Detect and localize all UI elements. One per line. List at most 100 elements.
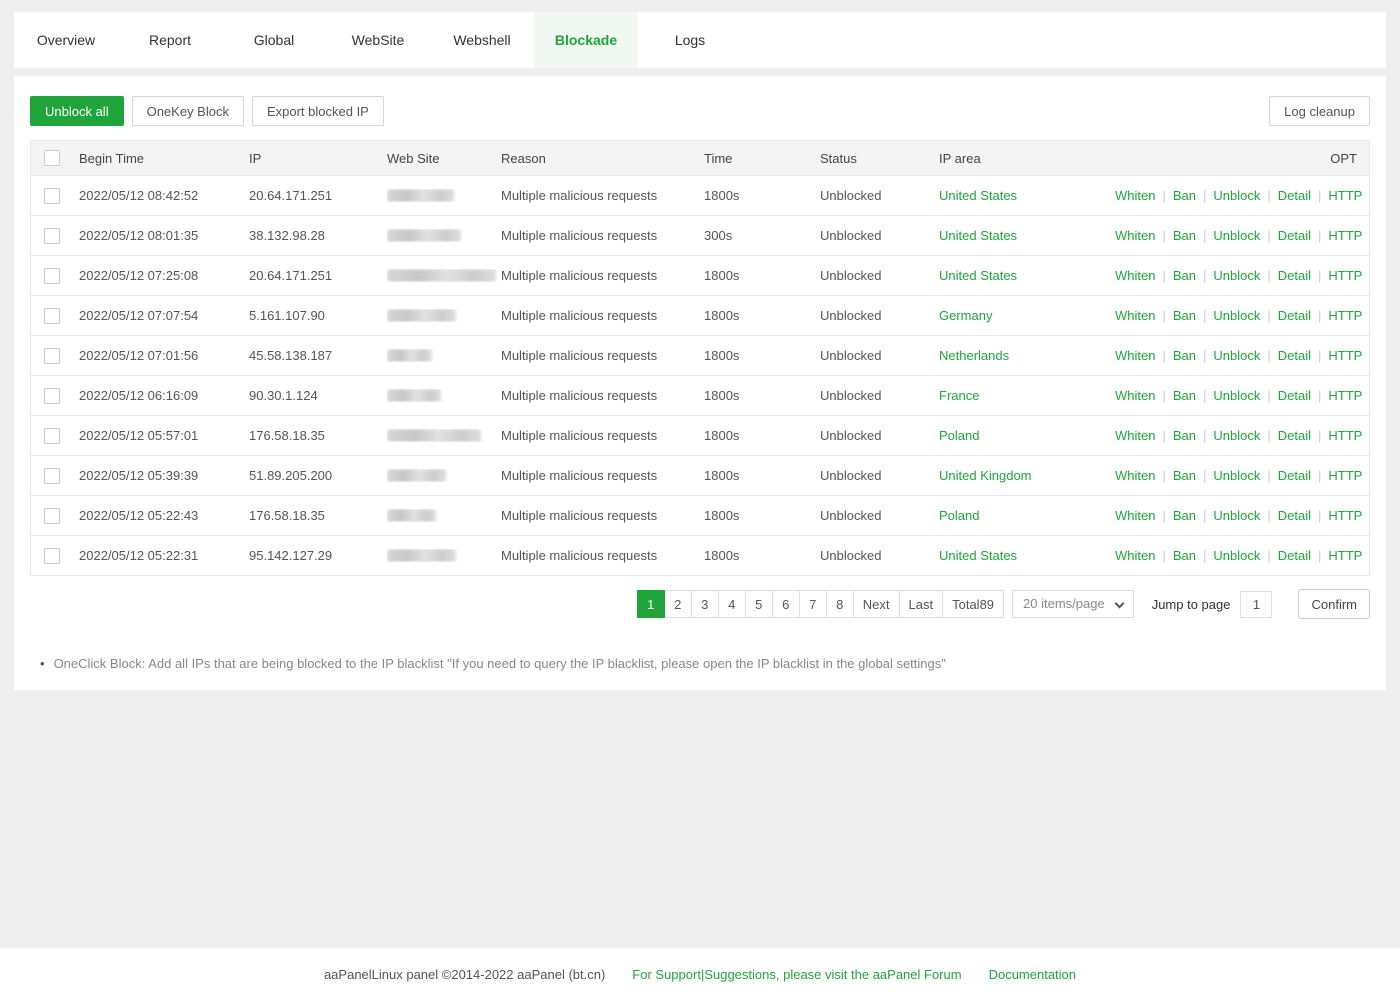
row-checkbox[interactable] [44,468,60,484]
action-unblock-link[interactable]: Unblock [1213,308,1260,323]
page-5-button[interactable]: 5 [745,590,773,618]
action-http-link[interactable]: HTTP [1328,308,1362,323]
action-http-link[interactable]: HTTP [1328,348,1362,363]
row-checkbox[interactable] [44,388,60,404]
row-checkbox-cell [31,308,79,324]
action-whiten-link[interactable]: Whiten [1115,268,1155,283]
tab-overview[interactable]: Overview [14,12,118,68]
action-http-link[interactable]: HTTP [1328,508,1362,523]
header-status: Status [820,151,939,166]
action-detail-link[interactable]: Detail [1278,308,1311,323]
tab-blockade[interactable]: Blockade [534,12,638,68]
tab-logs[interactable]: Logs [638,12,742,68]
action-separator: | [1267,548,1270,563]
action-whiten-link[interactable]: Whiten [1115,428,1155,443]
action-whiten-link[interactable]: Whiten [1115,468,1155,483]
action-ban-link[interactable]: Ban [1173,188,1196,203]
action-detail-link[interactable]: Detail [1278,188,1311,203]
row-checkbox[interactable] [44,188,60,204]
row-checkbox[interactable] [44,548,60,564]
tab-report[interactable]: Report [118,12,222,68]
action-ban-link[interactable]: Ban [1173,308,1196,323]
action-ban-link[interactable]: Ban [1173,268,1196,283]
action-whiten-link[interactable]: Whiten [1115,348,1155,363]
action-separator: | [1318,428,1321,443]
support-forum-link[interactable]: For Support|Suggestions, please visit th… [632,967,961,982]
tab-global[interactable]: Global [222,12,326,68]
unblock-all-button[interactable]: Unblock all [30,96,124,126]
onekey-block-button[interactable]: OneKey Block [132,96,244,126]
ip-cell: 20.64.171.251 [249,268,387,283]
row-checkbox[interactable] [44,348,60,364]
page-7-button[interactable]: 7 [799,590,827,618]
action-http-link[interactable]: HTTP [1328,188,1362,203]
action-ban-link[interactable]: Ban [1173,428,1196,443]
action-unblock-link[interactable]: Unblock [1213,428,1260,443]
page-3-button[interactable]: 3 [691,590,719,618]
page-4-button[interactable]: 4 [718,590,746,618]
action-detail-link[interactable]: Detail [1278,388,1311,403]
action-http-link[interactable]: HTTP [1328,268,1362,283]
ip-area-cell: United States [939,548,1115,563]
row-checkbox[interactable] [44,428,60,444]
action-unblock-link[interactable]: Unblock [1213,228,1260,243]
action-http-link[interactable]: HTTP [1328,468,1362,483]
website-cell [387,469,501,482]
action-ban-link[interactable]: Ban [1173,508,1196,523]
tab-webshell[interactable]: Webshell [430,12,534,68]
row-checkbox[interactable] [44,308,60,324]
action-whiten-link[interactable]: Whiten [1115,388,1155,403]
website-redacted-blur [387,309,456,322]
header-web-site: Web Site [387,151,501,166]
action-unblock-link[interactable]: Unblock [1213,508,1260,523]
action-unblock-link[interactable]: Unblock [1213,348,1260,363]
row-checkbox[interactable] [44,508,60,524]
action-http-link[interactable]: HTTP [1328,388,1362,403]
row-checkbox[interactable] [44,268,60,284]
action-detail-link[interactable]: Detail [1278,348,1311,363]
action-whiten-link[interactable]: Whiten [1115,508,1155,523]
action-detail-link[interactable]: Detail [1278,228,1311,243]
action-whiten-link[interactable]: Whiten [1115,228,1155,243]
status-cell: Unblocked [820,228,939,243]
jump-to-page-input[interactable] [1240,591,1272,618]
action-http-link[interactable]: HTTP [1328,428,1362,443]
reason-cell: Multiple malicious requests [501,468,704,483]
confirm-button[interactable]: Confirm [1298,589,1370,619]
action-detail-link[interactable]: Detail [1278,268,1311,283]
row-checkbox[interactable] [44,228,60,244]
tab-website[interactable]: WebSite [326,12,430,68]
documentation-link[interactable]: Documentation [989,967,1076,982]
action-ban-link[interactable]: Ban [1173,548,1196,563]
action-unblock-link[interactable]: Unblock [1213,268,1260,283]
items-per-page-select[interactable]: 20 items/page [1012,590,1134,618]
action-ban-link[interactable]: Ban [1173,348,1196,363]
page-6-button[interactable]: 6 [772,590,800,618]
page-8-button[interactable]: 8 [826,590,854,618]
action-detail-link[interactable]: Detail [1278,468,1311,483]
action-unblock-link[interactable]: Unblock [1213,548,1260,563]
action-detail-link[interactable]: Detail [1278,428,1311,443]
action-unblock-link[interactable]: Unblock [1213,388,1260,403]
action-ban-link[interactable]: Ban [1173,468,1196,483]
page-1-button[interactable]: 1 [637,590,665,618]
log-cleanup-button[interactable]: Log cleanup [1269,96,1370,126]
action-unblock-link[interactable]: Unblock [1213,188,1260,203]
website-cell [387,269,501,282]
action-unblock-link[interactable]: Unblock [1213,468,1260,483]
action-http-link[interactable]: HTTP [1328,228,1362,243]
action-ban-link[interactable]: Ban [1173,388,1196,403]
action-whiten-link[interactable]: Whiten [1115,308,1155,323]
next-page-button[interactable]: Next [853,590,900,618]
action-http-link[interactable]: HTTP [1328,548,1362,563]
reason-cell: Multiple malicious requests [501,228,704,243]
last-page-button[interactable]: Last [899,590,944,618]
select-all-checkbox[interactable] [44,150,60,166]
action-whiten-link[interactable]: Whiten [1115,188,1155,203]
action-detail-link[interactable]: Detail [1278,508,1311,523]
page-2-button[interactable]: 2 [664,590,692,618]
action-whiten-link[interactable]: Whiten [1115,548,1155,563]
export-blocked-ip-button[interactable]: Export blocked IP [252,96,384,126]
action-detail-link[interactable]: Detail [1278,548,1311,563]
action-ban-link[interactable]: Ban [1173,228,1196,243]
